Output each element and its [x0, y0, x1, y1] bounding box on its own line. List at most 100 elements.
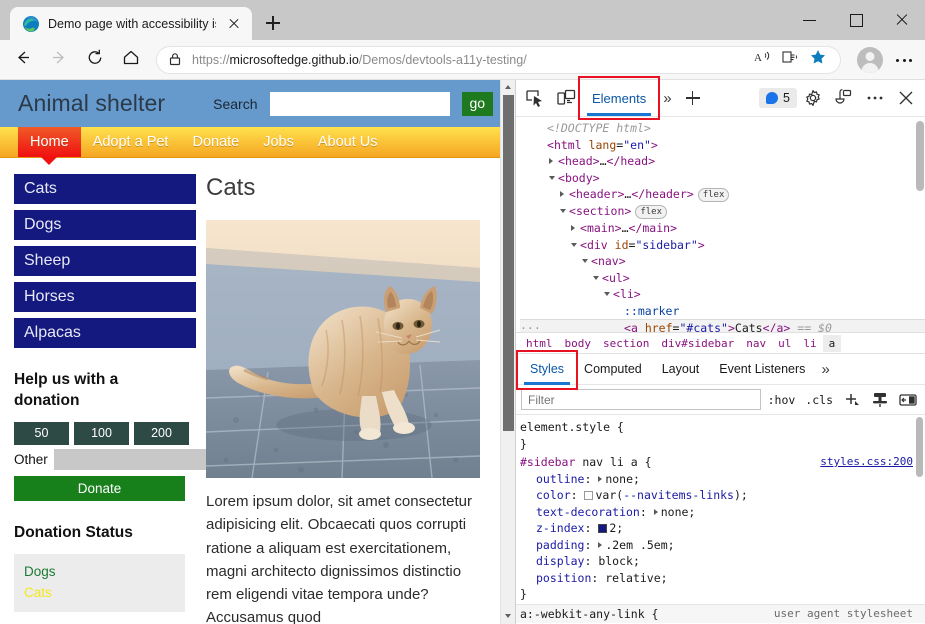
nav-item-about-us[interactable]: About Us — [306, 127, 390, 157]
more-panels-chevron-icon[interactable]: » — [657, 90, 677, 107]
sidebar-item-horses[interactable]: Horses — [14, 282, 196, 312]
sidebar-item-cats[interactable]: Cats — [14, 174, 196, 204]
breadcrumb-item-a[interactable]: a — [823, 335, 842, 352]
breadcrumb-item-body[interactable]: body — [559, 335, 598, 352]
css-declaration-display[interactable]: display: block; — [520, 553, 925, 570]
donation-amount-200[interactable]: 200 — [134, 422, 189, 445]
dom-node[interactable]: <!DOCTYPE html> — [520, 120, 925, 137]
settings-and-more-button[interactable] — [889, 45, 919, 75]
issues-badge[interactable]: 5 — [759, 88, 797, 108]
tab-elements[interactable]: Elements — [582, 83, 656, 113]
breadcrumb[interactable]: htmlbodysectiondiv#sidebarnavullia — [516, 332, 925, 354]
css-selector[interactable]: element.style { — [520, 419, 624, 436]
new-tab-button[interactable] — [258, 8, 288, 38]
dom-node[interactable]: <html lang="en"> — [520, 137, 925, 154]
sidebar-item-dogs[interactable]: Dogs — [14, 210, 196, 240]
page-scrollbar-thumb[interactable] — [503, 95, 514, 431]
inspect-element-icon[interactable] — [520, 83, 550, 113]
favorite-star-icon[interactable] — [808, 47, 836, 73]
sidebar-item-alpacas[interactable]: Alpacas — [14, 318, 196, 348]
read-aloud-icon[interactable]: A — [752, 47, 780, 73]
minimize-window-button[interactable] — [787, 0, 833, 40]
css-rule[interactable]: #sidebar nav li a { styles.css:200outline… — [516, 453, 925, 604]
more-options-icon[interactable] — [860, 83, 890, 113]
device-emulation-icon[interactable] — [551, 83, 581, 113]
css-source-link[interactable]: user agent stylesheet — [774, 606, 913, 623]
dom-node[interactable]: <section>flex — [520, 203, 925, 220]
page-scrollbar[interactable] — [500, 80, 515, 624]
css-source-link[interactable]: styles.css:200 — [820, 454, 913, 471]
breadcrumb-item-nav[interactable]: nav — [740, 335, 772, 352]
home-button[interactable] — [114, 43, 148, 77]
dom-node[interactable]: <div id="sidebar"> — [520, 237, 925, 254]
breadcrumb-item-html[interactable]: html — [520, 335, 559, 352]
css-declaration-color[interactable]: color: var(--navitems-links); — [520, 487, 925, 504]
css-declaration-outline[interactable]: outline: none; — [520, 471, 925, 488]
customize-devtools-icon[interactable] — [829, 83, 859, 113]
dom-node-selected[interactable]: ···<a href="#cats">Cats</a> == $0 — [520, 319, 925, 332]
nav-item-jobs[interactable]: Jobs — [251, 127, 306, 157]
search-go-button[interactable]: go — [462, 92, 494, 116]
toggle-class-button[interactable]: .cls — [802, 393, 836, 407]
forward-button[interactable] — [42, 43, 76, 77]
scroll-down-icon[interactable] — [501, 609, 515, 624]
web-page: Animal shelter Search go Home Adopt a Pe… — [0, 80, 515, 624]
dom-tree-scrollbar-thumb[interactable] — [916, 121, 924, 191]
address-bar[interactable]: https://microsoftedge.github.io/Demos/de… — [156, 46, 841, 74]
dom-node[interactable]: <li> — [520, 286, 925, 303]
browser-tab[interactable]: Demo page with accessibility iss — [10, 7, 252, 40]
nav-item-donate[interactable]: Donate — [180, 127, 251, 157]
profile-avatar[interactable] — [857, 47, 883, 73]
scroll-up-icon[interactable] — [501, 80, 515, 95]
close-window-button[interactable] — [879, 0, 925, 40]
css-selector[interactable]: a:-webkit-any-link { — [520, 606, 658, 623]
dom-node[interactable]: <header>…</header>flex — [520, 186, 925, 203]
immersive-reader-icon[interactable] — [780, 47, 808, 73]
breadcrumb-item-ul[interactable]: ul — [772, 335, 797, 352]
css-declaration-padding[interactable]: padding: .2em .5em; — [520, 537, 925, 554]
css-rule[interactable]: a:-webkit-any-link { user agent styleshee… — [516, 604, 925, 624]
breadcrumb-item-div-sidebar[interactable]: div#sidebar — [655, 335, 740, 352]
dom-node[interactable]: <ul> — [520, 270, 925, 287]
donation-amount-50[interactable]: 50 — [14, 422, 69, 445]
new-style-rule-icon[interactable] — [840, 388, 864, 412]
dom-node[interactable]: <main>…</main> — [520, 220, 925, 237]
styles-scrollbar-thumb[interactable] — [916, 417, 923, 477]
dom-node[interactable]: ::marker — [520, 303, 925, 320]
css-declaration-position[interactable]: position: relative; — [520, 570, 925, 587]
tab-layout[interactable]: Layout — [652, 356, 710, 382]
refresh-button[interactable] — [78, 43, 112, 77]
css-rule[interactable]: element.style {} — [516, 418, 925, 453]
search-input[interactable] — [270, 92, 450, 116]
donation-amount-100[interactable]: 100 — [74, 422, 129, 445]
breadcrumb-item-li[interactable]: li — [797, 335, 822, 352]
tab-computed[interactable]: Computed — [574, 356, 652, 382]
css-declaration-text-decoration[interactable]: text-decoration: none; — [520, 504, 925, 521]
breadcrumb-item-section[interactable]: section — [597, 335, 655, 352]
dom-node[interactable]: <nav> — [520, 253, 925, 270]
sidebar-item-sheep[interactable]: Sheep — [14, 246, 196, 276]
dom-node[interactable]: <head>…</head> — [520, 153, 925, 170]
nav-item-home[interactable]: Home — [18, 127, 81, 157]
copy-styles-icon[interactable] — [868, 388, 892, 412]
donate-button[interactable]: Donate — [14, 476, 185, 501]
more-panes-chevron-icon[interactable]: » — [815, 361, 835, 378]
dom-node[interactable]: <body> — [520, 170, 925, 187]
close-devtools-icon[interactable] — [891, 83, 921, 113]
gear-icon[interactable] — [798, 83, 828, 113]
styles-filter-input[interactable] — [521, 389, 761, 410]
toggle-hover-state-button[interactable]: :hov — [765, 393, 799, 407]
dom-tree-scrollbar[interactable] — [916, 119, 924, 324]
css-declaration-z-index[interactable]: z-index: 2; — [520, 520, 925, 537]
tab-event-listeners[interactable]: Event Listeners — [709, 356, 815, 382]
toggle-sidebar-icon[interactable] — [896, 388, 920, 412]
css-selector[interactable]: #sidebar nav li a { — [520, 454, 652, 471]
maximize-window-button[interactable] — [833, 0, 879, 40]
back-button[interactable] — [6, 43, 40, 77]
nav-item-adopt-a-pet[interactable]: Adopt a Pet — [81, 127, 181, 157]
styles-pane[interactable]: element.style {}#sidebar nav li a { style… — [516, 415, 925, 624]
dom-tree[interactable]: <!DOCTYPE html><html lang="en"><head>…</… — [516, 117, 925, 332]
tab-styles[interactable]: Styles — [520, 356, 574, 382]
add-panel-button[interactable] — [679, 84, 707, 112]
close-tab-icon[interactable] — [224, 14, 244, 34]
